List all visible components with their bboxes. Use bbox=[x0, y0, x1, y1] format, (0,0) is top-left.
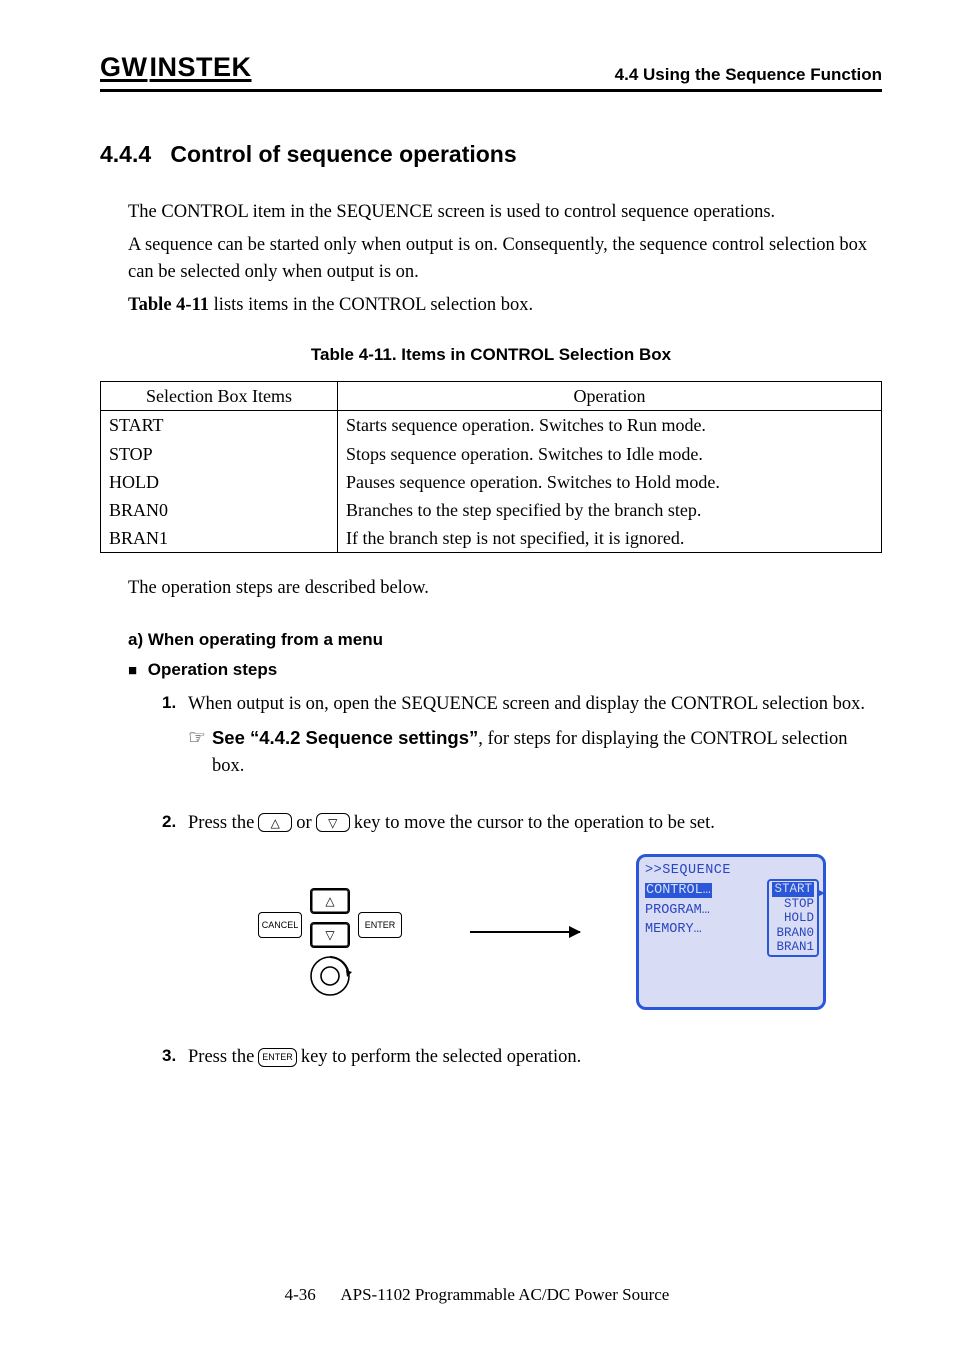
intro-p3-bold: Table 4-11 bbox=[128, 295, 209, 315]
section-label: 4.4 Using the Sequence Function bbox=[615, 63, 882, 88]
intro-p1: The CONTROL item in the SEQUENCE screen … bbox=[128, 199, 882, 226]
table-row: STARTStarts sequence operation. Switches… bbox=[101, 411, 882, 440]
step-3: 3. Press the ENTER key to perform the se… bbox=[162, 1044, 882, 1071]
body: The CONTROL item in the SEQUENCE screen … bbox=[128, 199, 882, 318]
pointer-icon: ☞ bbox=[188, 724, 206, 753]
brand-part-instek: INSTEK bbox=[150, 48, 252, 87]
intro-p3: Table 4-11 lists items in the CONTROL se… bbox=[128, 292, 882, 319]
table-row: HOLDPauses sequence operation. Switches … bbox=[101, 468, 882, 496]
brand-part-w: W bbox=[122, 48, 148, 87]
page-footer: 4-36 APS-1102 Programmable AC/DC Power S… bbox=[0, 1283, 954, 1308]
cell: Branches to the step specified by the br… bbox=[338, 496, 882, 524]
subsection-a: a) When operating from a menu bbox=[128, 628, 882, 653]
step-2-tail: key to move the cursor to the operation … bbox=[354, 810, 715, 837]
lcd-title: >>SEQUENCE bbox=[645, 861, 817, 881]
lcd-item-selected: CONTROL… bbox=[645, 883, 712, 898]
lcd-screen: >>SEQUENCE CONTROL… PROGRAM… MEMORY… STA… bbox=[636, 854, 826, 1010]
arrow-icon bbox=[470, 931, 580, 933]
doc-title: APS-1102 Programmable AC/DC Power Source bbox=[340, 1285, 669, 1304]
lcd-scroll-icon: ▶ bbox=[818, 887, 825, 903]
lcd-menu-item: BRAN0 bbox=[772, 926, 814, 940]
cell: BRAN0 bbox=[101, 496, 338, 524]
table-caption: Table 4-11. Items in CONTROL Selection B… bbox=[100, 343, 882, 368]
page-header: GWINSTEK 4.4 Using the Sequence Function bbox=[100, 48, 882, 92]
control-table: Selection Box Items Operation STARTStart… bbox=[100, 381, 882, 553]
table-row: STOPStops sequence operation. Switches t… bbox=[101, 440, 882, 468]
step-number: 2. bbox=[162, 810, 176, 835]
cell: If the branch step is not specified, it … bbox=[338, 524, 882, 553]
op-steps-label: Operation steps bbox=[148, 660, 277, 679]
step-number: 1. bbox=[162, 691, 176, 716]
step-3-tail: key to perform the selected operation. bbox=[301, 1044, 581, 1071]
cell: Pauses sequence operation. Switches to H… bbox=[338, 468, 882, 496]
figure: CANCEL △ ▽ ENTER >>SEQUENCE bbox=[188, 854, 882, 1010]
see-reference: ☞ See “4.4.2 Sequence settings”, for ste… bbox=[188, 724, 882, 780]
step-3-lead: Press the bbox=[188, 1044, 254, 1071]
cell: BRAN1 bbox=[101, 524, 338, 553]
step-number: 3. bbox=[162, 1044, 176, 1069]
step-1: 1. When output is on, open the SEQUENCE … bbox=[162, 691, 882, 779]
step-2-or: or bbox=[296, 810, 311, 837]
cell: START bbox=[101, 411, 338, 440]
dial-icon bbox=[308, 954, 352, 998]
step-2-lead: Press the bbox=[188, 810, 254, 837]
table-row: BRAN0Branches to the step specified by t… bbox=[101, 496, 882, 524]
cell: Stops sequence operation. Switches to Id… bbox=[338, 440, 882, 468]
page-number: 4-36 bbox=[285, 1285, 316, 1304]
steps-list: 1. When output is on, open the SEQUENCE … bbox=[162, 691, 882, 1071]
square-bullet-icon: ■ bbox=[128, 663, 137, 679]
lcd-menu-item: START bbox=[772, 882, 814, 896]
brand-logo: GWINSTEK bbox=[100, 48, 252, 87]
table-head-op: Operation bbox=[338, 382, 882, 411]
see-bold: See “4.4.2 Sequence settings” bbox=[212, 727, 478, 748]
up-key: △ bbox=[310, 888, 350, 914]
after-table: The operation steps are described below. bbox=[128, 575, 882, 602]
cell: STOP bbox=[101, 440, 338, 468]
section-name: Control of sequence operations bbox=[170, 141, 516, 167]
step-1-text: When output is on, open the SEQUENCE scr… bbox=[188, 694, 865, 714]
lcd-menu-item: STOP bbox=[772, 897, 814, 911]
cell: HOLD bbox=[101, 468, 338, 496]
lcd-menu-item: HOLD bbox=[772, 911, 814, 925]
section-title: 4.4.4 Control of sequence operations bbox=[100, 138, 882, 171]
intro-p2: A sequence can be started only when outp… bbox=[128, 232, 882, 286]
cancel-key: CANCEL bbox=[258, 912, 302, 938]
enter-key: ENTER bbox=[358, 912, 402, 938]
up-key-icon: △ bbox=[258, 813, 292, 832]
table-row: BRAN1If the branch step is not specified… bbox=[101, 524, 882, 553]
down-key: ▽ bbox=[310, 922, 350, 948]
operation-steps-heading: ■ Operation steps bbox=[128, 658, 882, 683]
intro-p3-rest: lists items in the CONTROL selection box… bbox=[209, 295, 533, 315]
down-key-icon: ▽ bbox=[316, 813, 350, 832]
brand-part-g: G bbox=[100, 48, 122, 87]
cell: Starts sequence operation. Switches to R… bbox=[338, 411, 882, 440]
table-head-items: Selection Box Items bbox=[101, 382, 338, 411]
lcd-menu-item: BRAN1 bbox=[772, 940, 814, 954]
lcd-popup-menu: START STOP HOLD BRAN0 BRAN1 bbox=[767, 879, 819, 957]
keypad-diagram: CANCEL △ ▽ ENTER bbox=[244, 862, 414, 1002]
section-number: 4.4.4 bbox=[100, 141, 151, 167]
step-2: 2. Press the △ or ▽ key to move the curs… bbox=[162, 810, 882, 1011]
enter-key-icon: ENTER bbox=[258, 1048, 297, 1067]
